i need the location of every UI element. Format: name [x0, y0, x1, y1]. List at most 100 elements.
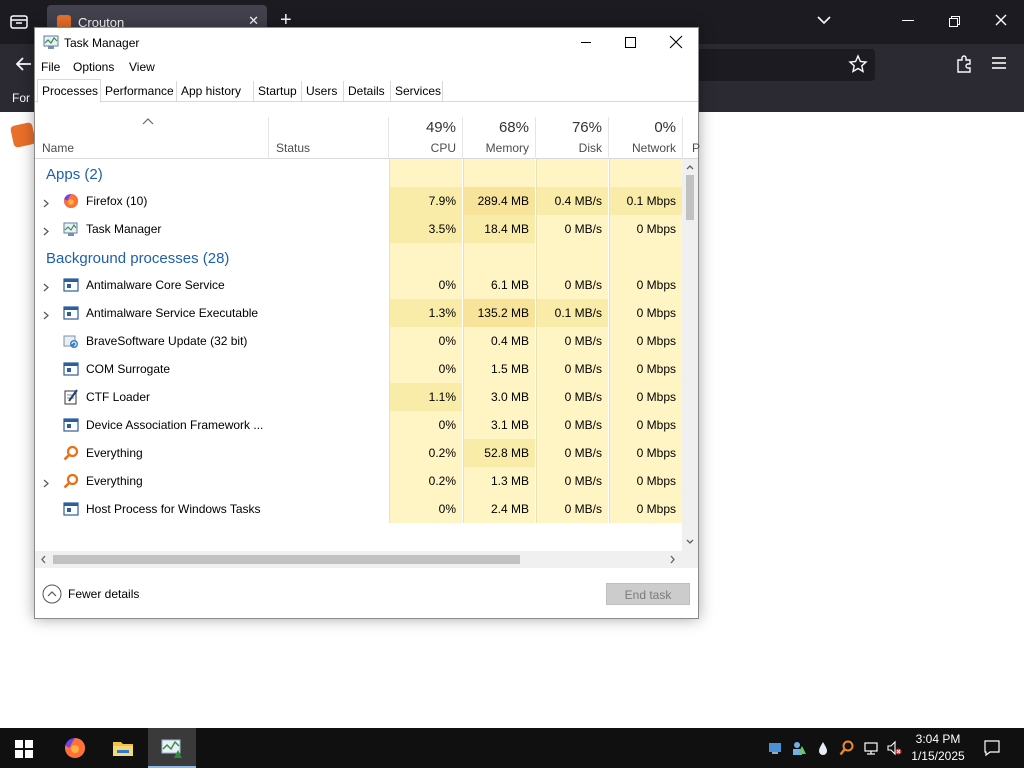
process-name: Device Association Framework ... [86, 418, 264, 432]
group-header-row[interactable]: Background processes (28) [35, 243, 682, 271]
process-row[interactable]: COM Surrogate 0% 1.5 MB 0 MB/s 0 Mbps [35, 355, 682, 383]
horizontal-scrollbar[interactable] [35, 551, 698, 568]
tab-performance[interactable]: Performance [101, 81, 177, 102]
menu-view[interactable]: View [129, 60, 155, 74]
scroll-up-icon[interactable] [686, 164, 694, 170]
browser-minimize-icon[interactable] [902, 20, 914, 21]
close-icon[interactable] [669, 35, 683, 49]
minimize-icon[interactable] [581, 42, 591, 43]
process-row[interactable]: Everything 0.2% 52.8 MB 0 MB/s 0 Mbps [35, 439, 682, 467]
bookmark-star-icon[interactable] [848, 54, 868, 74]
tab-users[interactable]: Users [302, 81, 344, 102]
chevron-right-icon[interactable] [43, 309, 50, 320]
browser-restore-icon[interactable] [949, 16, 960, 27]
process-name: Everything [86, 474, 143, 488]
column-header-status[interactable]: Status [276, 141, 310, 155]
column-header-disk[interactable]: 76% Disk [536, 117, 608, 159]
end-task-button[interactable]: End task [606, 583, 690, 605]
chevron-down-icon[interactable] [816, 12, 832, 28]
everything-search-icon [63, 473, 79, 489]
process-row[interactable]: Firefox (10) 7.9% 289.4 MB 0.4 MB/s 0.1 Mbps [35, 187, 682, 215]
disk-value: 0.1 MB/s [536, 299, 608, 327]
tab-details[interactable]: Details [344, 81, 391, 102]
column-header-network[interactable]: 0% Network [609, 117, 682, 159]
disk-value: 0 MB/s [536, 271, 608, 299]
process-row[interactable]: BraveSoftware Update (32 bit) 0% 0.4 MB 0 M… [35, 327, 682, 355]
column-header-memory[interactable]: 68% Memory [463, 117, 535, 159]
disk-total-percent: 76% [571, 119, 602, 136]
tray-display-icon[interactable] [767, 740, 783, 756]
taskbar: 3:04 PM 1/15/2025 [0, 728, 1024, 768]
process-row[interactable]: Device Association Framework ... 0% 3.1 MB… [35, 411, 682, 439]
chevron-right-icon[interactable] [43, 225, 50, 236]
tray-volume-muted-icon[interactable] [886, 740, 902, 756]
network-value: 0 Mbps [609, 271, 682, 299]
clock-date[interactable]: 1/15/2025 [908, 749, 968, 763]
column-header-cpu[interactable]: 49% CPU [389, 117, 462, 159]
update-icon [63, 333, 79, 349]
process-row[interactable]: Antimalware Core Service 0% 6.1 MB 0 MB/s 0 … [35, 271, 682, 299]
taskbar-app-firefox[interactable] [51, 728, 99, 768]
column-divider[interactable] [682, 117, 683, 159]
service-window-icon [63, 305, 79, 321]
process-row[interactable]: CTF Loader 1.1% 3.0 MB 0 MB/s 0 Mbps [35, 383, 682, 411]
process-row[interactable]: Host Process for Windows Tasks 0% 2.4 MB 0 … [35, 495, 682, 523]
tab-app-history[interactable]: App history [177, 81, 254, 102]
extensions-puzzle-icon[interactable] [954, 54, 974, 74]
taskbar-app-task-manager[interactable] [148, 728, 196, 768]
tray-network-users-icon[interactable] [791, 740, 807, 756]
task-manager-icon [161, 739, 182, 758]
tab-services[interactable]: Services [391, 81, 443, 102]
disk-value: 0.4 MB/s [536, 187, 608, 215]
scroll-down-icon[interactable] [686, 539, 694, 545]
disk-value: 0 MB/s [536, 439, 608, 467]
tray-drop-icon[interactable] [815, 740, 831, 756]
tray-everything-search-icon[interactable] [839, 740, 855, 756]
task-manager-icon [63, 221, 79, 237]
column-divider[interactable] [268, 117, 269, 159]
clock-time[interactable]: 3:04 PM [908, 732, 968, 746]
vertical-scroll-thumb[interactable] [686, 175, 694, 220]
scroll-right-icon[interactable] [670, 555, 676, 564]
title-bar[interactable]: Task Manager [35, 28, 698, 58]
firefox-icon [63, 193, 79, 209]
disk-cell [536, 159, 608, 187]
chevron-right-icon[interactable] [43, 281, 50, 292]
tab-startup[interactable]: Startup [254, 81, 302, 102]
scroll-left-icon[interactable] [40, 555, 46, 564]
network-total-percent: 0% [654, 119, 676, 136]
process-row[interactable]: Antimalware Service Executable 1.3% 135.2 … [35, 299, 682, 327]
browser-close-icon[interactable] [993, 12, 1009, 28]
process-row[interactable]: Everything 0.2% 1.3 MB 0 MB/s 0 Mbps [35, 467, 682, 495]
network-value: 0 Mbps [609, 495, 682, 523]
tab-list-icon[interactable] [10, 13, 28, 29]
taskbar-app-file-explorer[interactable] [99, 728, 147, 768]
horizontal-scroll-thumb[interactable] [53, 555, 520, 564]
notification-center-icon[interactable] [983, 739, 1001, 757]
memory-value: 3.1 MB [463, 411, 535, 439]
chevron-right-icon[interactable] [43, 197, 50, 208]
maximize-icon[interactable] [625, 37, 636, 48]
bookmark-item[interactable]: For [12, 91, 30, 105]
url-bar[interactable] [685, 49, 875, 81]
tab-processes[interactable]: Processes [37, 79, 101, 103]
vertical-scrollbar[interactable] [682, 159, 698, 551]
ctf-loader-icon [63, 389, 79, 405]
group-header-row[interactable]: Apps (2) [35, 159, 682, 187]
chevron-up-circle-icon[interactable] [42, 584, 62, 604]
menu-file[interactable]: File [41, 60, 60, 74]
fewer-details-link[interactable]: Fewer details [68, 587, 139, 601]
windows-start-icon[interactable] [15, 740, 33, 758]
service-window-icon [63, 361, 79, 377]
back-arrow-icon[interactable] [14, 54, 34, 74]
disk-cell [536, 243, 608, 271]
process-row[interactable]: Task Manager 3.5% 18.4 MB 0 MB/s 0 Mbps [35, 215, 682, 243]
disk-value: 0 MB/s [536, 495, 608, 523]
column-header-name[interactable]: Name [42, 141, 74, 155]
menu-options[interactable]: Options [73, 60, 114, 74]
task-manager-icon [43, 35, 59, 49]
hamburger-menu-icon[interactable] [991, 56, 1007, 70]
tray-network-icon[interactable] [863, 740, 879, 756]
column-header-power[interactable]: P [692, 141, 700, 155]
chevron-right-icon[interactable] [43, 477, 50, 488]
